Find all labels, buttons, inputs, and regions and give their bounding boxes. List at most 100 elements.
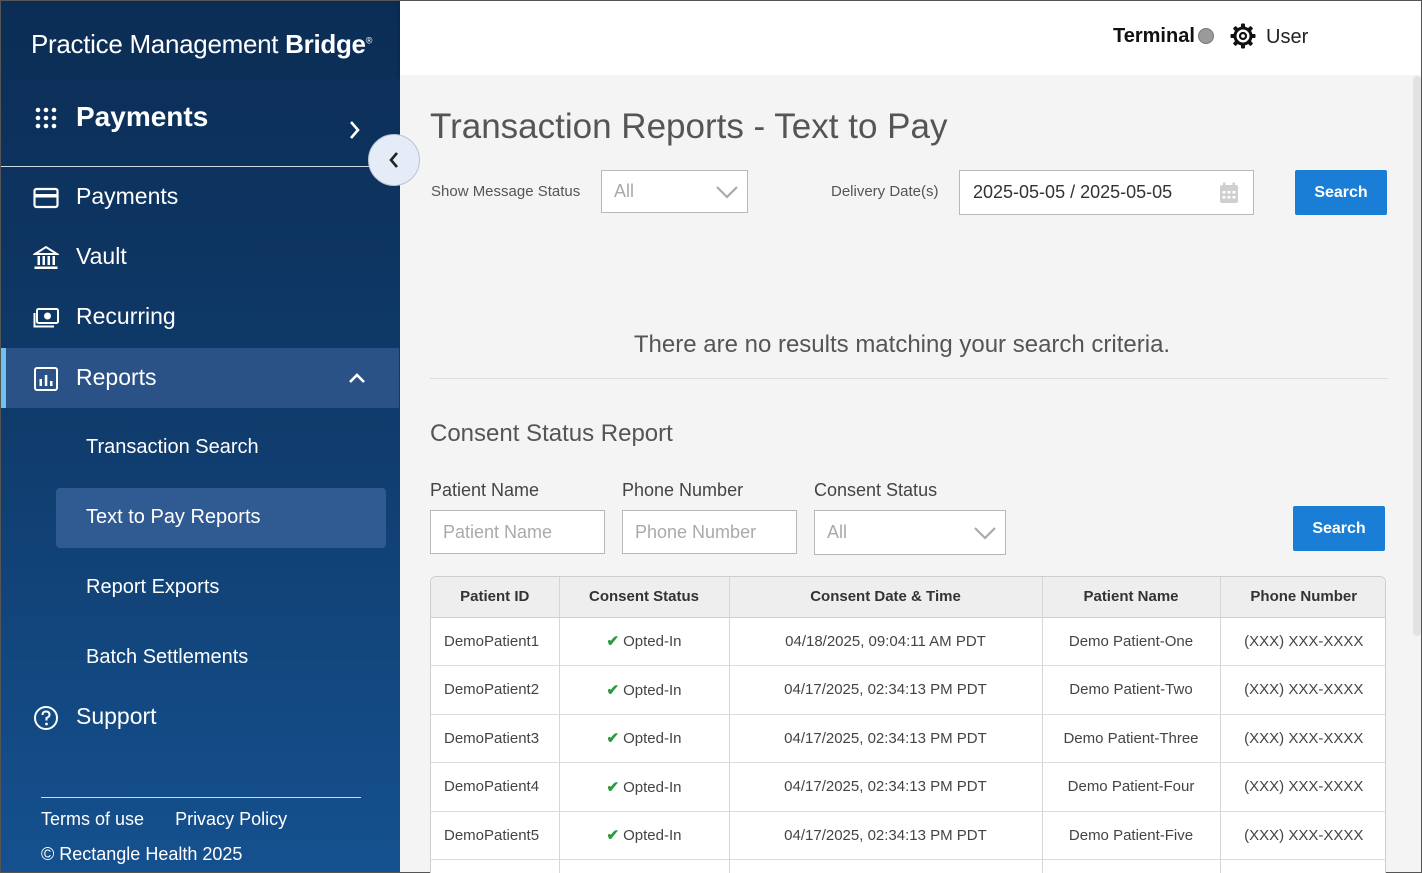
calendar-icon[interactable] [1219, 182, 1239, 204]
sidebar-subitem-label: Batch Settlements [86, 646, 249, 668]
phone-number-cell: (XXX) XXX-XXXX [1220, 665, 1385, 715]
patient-id-cell: DemoPatient4 [431, 762, 560, 812]
money-icon [33, 308, 59, 328]
sidebar-item-reports[interactable]: Reports [1, 348, 399, 408]
copyright: © Rectangle Health 2025 [41, 844, 243, 864]
table-row[interactable] [431, 859, 1385, 873]
consent-status-text: Opted-In [623, 778, 682, 796]
sidebar-item-label: Vault [76, 243, 127, 269]
bank-icon [33, 245, 59, 269]
consent-search-button[interactable]: Search [1293, 506, 1385, 551]
phone-number-cell [1220, 859, 1385, 873]
privacy-link[interactable]: Privacy Policy [175, 809, 287, 829]
check-icon: ✔ [606, 633, 620, 651]
consent-status-text: Opted-In [623, 730, 682, 748]
logo-text-light: Practice Management [31, 29, 279, 59]
message-status-value: All [614, 181, 635, 201]
patient-id-cell: DemoPatient5 [431, 811, 560, 860]
app-switcher[interactable]: Payments [1, 89, 399, 167]
brand-logo[interactable]: Practice Management Bridge® [31, 29, 372, 60]
check-icon: ✔ [606, 730, 620, 748]
patient-name-cell: Demo Patient-Two [1042, 665, 1221, 715]
consent-status-cell: ✔ Opted-In [559, 811, 730, 860]
consent-status-cell: ✔ Opted-In [559, 617, 730, 666]
message-status-select[interactable]: All [601, 170, 748, 213]
search-button[interactable]: Search [1295, 170, 1387, 215]
consent-status-cell: ✔ Opted-In [559, 762, 730, 812]
sidebar-item-recurring[interactable]: Recurring [1, 287, 399, 347]
consent-datetime-cell: 04/18/2025, 09:04:11 AM PDT [729, 617, 1043, 666]
table-row[interactable]: DemoPatient5 ✔ Opted-In 04/17/2025, 02:34… [431, 811, 1385, 860]
question-circle-icon [34, 706, 58, 730]
credit-card-icon [33, 187, 59, 209]
chevron-right-icon [350, 121, 360, 139]
sidebar-item-vault[interactable]: Vault [1, 227, 399, 287]
sidebar-subitem-report-exports[interactable]: Report Exports [56, 558, 386, 618]
collapse-sidebar-button[interactable] [368, 134, 420, 186]
chevron-left-icon [389, 152, 398, 168]
phone-number-label: Phone Number [622, 480, 744, 500]
top-bar: Terminal User [400, 0, 1422, 75]
patient-name-cell: Demo Patient-One [1042, 617, 1221, 666]
delivery-dates-label: Delivery Date(s) [831, 183, 939, 200]
bar-chart-icon [34, 367, 58, 391]
consent-status-cell: ✔ Opted-In [559, 714, 730, 763]
consent-datetime-cell [729, 859, 1043, 873]
phone-number-input[interactable]: Phone Number [622, 510, 797, 554]
no-results-message: There are no results matching your searc… [633, 331, 1171, 358]
column-header[interactable]: Consent Date & Time [729, 577, 1043, 618]
table-row[interactable]: DemoPatient4 ✔ Opted-In 04/17/2025, 02:34… [431, 762, 1385, 812]
patient-id-cell: DemoPatient1 [431, 617, 560, 666]
app-switcher-title: Payments [76, 101, 209, 132]
consent-status-select[interactable]: All [814, 510, 1006, 555]
check-icon: ✔ [606, 681, 620, 699]
table-row[interactable]: DemoPatient3 ✔ Opted-In 04/17/2025, 02:34… [431, 714, 1385, 763]
chevron-down-icon [974, 526, 996, 540]
chevron-up-icon [349, 373, 365, 383]
sidebar-subitem-batch-settlements[interactable]: Batch Settlements [56, 628, 386, 688]
consent-datetime-cell: 04/17/2025, 02:34:13 PM PDT [729, 665, 1043, 715]
consent-status-value: All [827, 522, 848, 542]
delivery-dates-value: 2025-05-05 / 2025-05-05 [973, 182, 1173, 202]
column-header[interactable]: Consent Status [559, 577, 730, 618]
table-header-row: Patient ID Consent Status Consent Date &… [431, 577, 1385, 618]
column-header[interactable]: Patient ID [431, 577, 560, 618]
consent-status-cell [559, 859, 730, 873]
sidebar-item-support[interactable]: Support [1, 687, 399, 747]
patient-name-cell: Demo Patient-Three [1042, 714, 1221, 763]
sidebar-item-label: Reports [76, 364, 157, 390]
patient-name-cell: Demo Patient-Five [1042, 811, 1221, 860]
terms-link[interactable]: Terms of use [41, 809, 144, 829]
sidebar-subitem-transaction-search[interactable]: Transaction Search [56, 418, 386, 478]
phone-number-cell: (XXX) XXX-XXXX [1220, 762, 1385, 812]
sidebar-subitem-label: Text to Pay Reports [86, 506, 261, 528]
phone-number-cell: (XXX) XXX-XXXX [1220, 617, 1385, 666]
delivery-dates-input[interactable]: 2025-05-05 / 2025-05-05 [959, 170, 1254, 215]
page-title: Transaction Reports - Text to Pay [430, 107, 948, 146]
user-menu[interactable]: User [1266, 26, 1308, 49]
sidebar-subitem-label: Report Exports [86, 576, 220, 598]
patient-id-cell: DemoPatient2 [431, 665, 560, 715]
sidebar-subitem-text-to-pay-reports[interactable]: Text to Pay Reports [56, 488, 386, 548]
scrollbar[interactable] [1413, 76, 1421, 636]
consent-status-cell: ✔ Opted-In [559, 665, 730, 715]
patient-id-cell: DemoPatient3 [431, 714, 560, 763]
patient-id-cell [431, 859, 560, 873]
consent-table: Patient ID Consent Status Consent Date &… [430, 576, 1386, 873]
footer-links: Terms of use Privacy Policy [41, 809, 313, 830]
terminal-status-indicator [1198, 28, 1214, 44]
consent-status-text: Opted-In [623, 827, 682, 845]
gear-icon[interactable] [1230, 23, 1256, 49]
consent-status-text: Opted-In [623, 681, 682, 699]
phone-number-cell: (XXX) XXX-XXXX [1220, 714, 1385, 763]
column-header[interactable]: Patient Name [1042, 577, 1221, 618]
logo-mark: ® [365, 35, 373, 46]
consent-status-label: Consent Status [814, 480, 938, 500]
message-status-label: Show Message Status [431, 183, 581, 200]
patient-name-input[interactable]: Patient Name [430, 510, 605, 554]
terminal-label[interactable]: Terminal [1113, 25, 1195, 48]
column-header[interactable]: Phone Number [1220, 577, 1385, 618]
sidebar-item-payments[interactable]: Payments [1, 167, 399, 227]
table-row[interactable]: DemoPatient2 ✔ Opted-In 04/17/2025, 02:34… [431, 665, 1385, 715]
table-row[interactable]: DemoPatient1 ✔ Opted-In 04/18/2025, 09:04… [431, 617, 1385, 666]
